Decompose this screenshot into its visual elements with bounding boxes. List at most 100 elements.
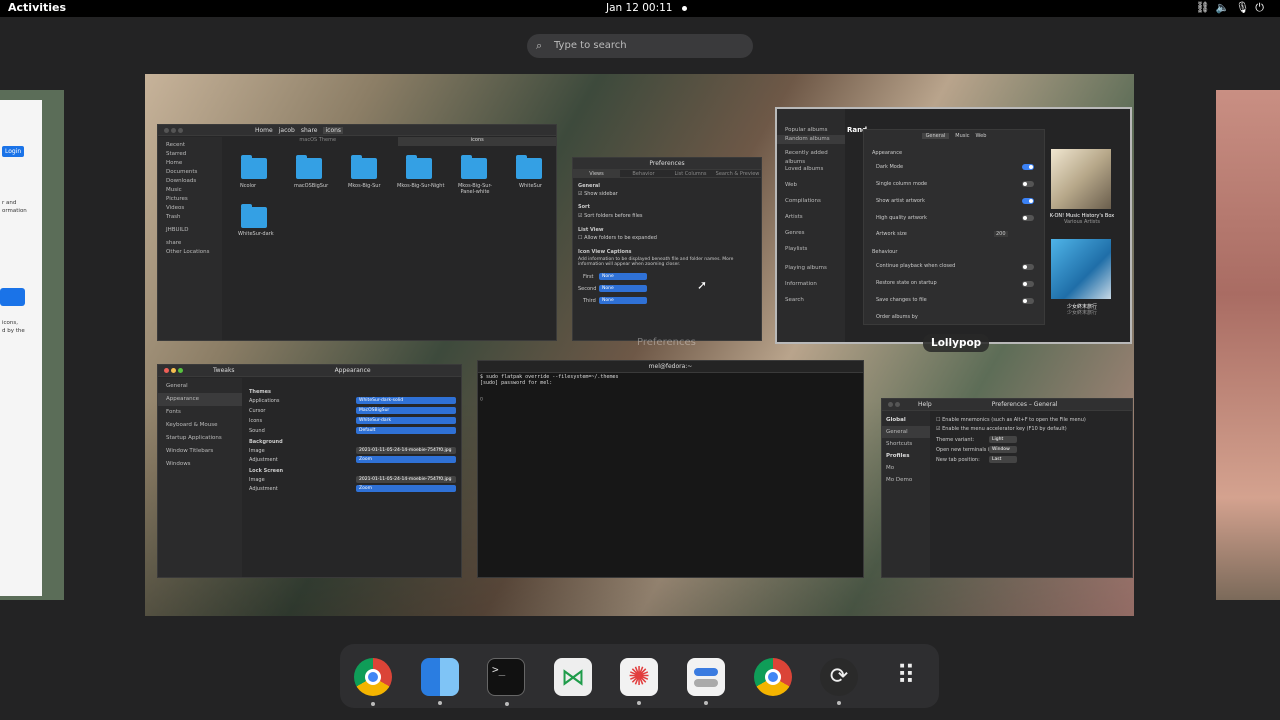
- lockscreen-adjust-select[interactable]: Zoom: [356, 485, 456, 492]
- activities-button[interactable]: Activities: [8, 1, 66, 14]
- terminal-preferences-window[interactable]: Help Preferences – General Global Genera…: [881, 398, 1133, 578]
- path-icons[interactable]: icons: [323, 126, 344, 134]
- terminal-icon[interactable]: >_: [487, 658, 525, 706]
- tab-icons[interactable]: icons: [397, 137, 556, 146]
- tweaks-window[interactable]: Tweaks Appearance General Appearance Fon…: [157, 364, 462, 578]
- files-window[interactable]: Home jacob share icons macOS Theme icons…: [157, 124, 557, 341]
- open-terminals-select[interactable]: Window: [989, 446, 1017, 453]
- restore-state-toggle[interactable]: [1022, 281, 1034, 287]
- sidebar-item-recent[interactable]: Recent: [158, 141, 222, 150]
- sidebar-item-playing[interactable]: Playing albums: [777, 264, 845, 273]
- sidebar-item-home[interactable]: Home: [158, 159, 222, 168]
- tweaks-icon[interactable]: [687, 658, 725, 705]
- tab-macos-theme[interactable]: macOS Theme: [238, 137, 398, 146]
- sidebar-item-fonts[interactable]: Fonts: [158, 406, 242, 419]
- vscode-icon[interactable]: ⋈: [554, 658, 592, 696]
- chrome-icon[interactable]: [354, 658, 392, 706]
- sidebar-item-general[interactable]: General: [158, 380, 242, 393]
- theme-variant-select[interactable]: Light: [989, 436, 1017, 443]
- path-home[interactable]: Home: [255, 127, 273, 134]
- tab-general[interactable]: General: [921, 133, 950, 139]
- sort-folders-checkbox[interactable]: ☑ Sort folders before files: [578, 213, 643, 219]
- sidebar-item-popular[interactable]: Popular albums: [777, 126, 845, 135]
- lollypop-settings-popover[interactable]: General Music Web Appearance Dark Mode S…: [863, 129, 1045, 325]
- lockscreen-image-button[interactable]: 2021-01-11-05-24-14-moebie-7547f0.jpg: [356, 476, 456, 483]
- tab-list-columns[interactable]: List Columns: [667, 170, 714, 177]
- sidebar-item-compilations[interactable]: Compilations: [777, 197, 845, 206]
- caption-second-select[interactable]: None: [599, 285, 647, 292]
- sidebar-item-appearance[interactable]: Appearance: [158, 393, 242, 406]
- folder-icon[interactable]: [351, 155, 377, 179]
- lollypop-icon[interactable]: ✺: [620, 658, 658, 705]
- artwork-size-spin[interactable]: 200: [994, 231, 1008, 237]
- sound-theme-select[interactable]: Default: [356, 427, 456, 434]
- app-grid-icon[interactable]: ⠿: [887, 658, 925, 696]
- sidebar-item-music[interactable]: Music: [158, 186, 222, 195]
- sidebar-item-artists[interactable]: Artists: [777, 213, 845, 222]
- preferences-window[interactable]: Preferences Views Behavior List Columns …: [572, 157, 762, 341]
- background-image-button[interactable]: 2021-01-11-05-24-14-moebie-7547f0.jpg: [356, 447, 456, 454]
- tab-position-select[interactable]: Last: [989, 456, 1017, 463]
- sidebar-item-playlists[interactable]: Playlists: [777, 245, 845, 254]
- sidebar-item-keyboard[interactable]: Keyboard & Mouse: [158, 419, 242, 432]
- sidebar-item-information[interactable]: Information: [777, 280, 845, 289]
- sidebar-item-shortcuts[interactable]: Shortcuts: [882, 438, 930, 450]
- hq-artwork-toggle[interactable]: [1022, 215, 1034, 221]
- folder-icon[interactable]: [461, 155, 487, 179]
- sidebar-item-titlebars[interactable]: Window Titlebars: [158, 445, 242, 458]
- sidebar-item-general[interactable]: General: [882, 426, 930, 438]
- sidebar-item-pictures[interactable]: Pictures: [158, 195, 222, 204]
- tab-behavior[interactable]: Behavior: [620, 170, 667, 177]
- profile-item[interactable]: Mo Demo: [882, 474, 930, 486]
- save-changes-toggle[interactable]: [1022, 298, 1034, 304]
- browser-window-partial[interactable]: Login r and ormation icons, d by the: [0, 100, 42, 596]
- icons-theme-select[interactable]: WhiteSur-dark: [356, 417, 456, 424]
- sidebar-item-jhbuild[interactable]: JHBUILD: [158, 226, 222, 235]
- partial-blue-button[interactable]: [0, 288, 25, 306]
- folder-icon[interactable]: [241, 204, 267, 228]
- workspace-current[interactable]: Home jacob share icons macOS Theme icons…: [145, 74, 1134, 616]
- sidebar-item-recent[interactable]: Recently added albums: [777, 149, 845, 165]
- dark-mode-toggle[interactable]: [1022, 164, 1034, 170]
- path-share[interactable]: share: [301, 127, 318, 134]
- single-column-toggle[interactable]: [1022, 181, 1034, 187]
- background-adjust-select[interactable]: Zoom: [356, 456, 456, 463]
- finder-icon[interactable]: [421, 658, 459, 705]
- folder-icon[interactable]: [516, 155, 542, 179]
- cursor-theme-select[interactable]: MacOSBigSur: [356, 407, 456, 414]
- expand-folders-checkbox[interactable]: ☐ Allow folders to be expanded: [578, 235, 657, 241]
- caption-third-select[interactable]: None: [599, 297, 647, 304]
- sidebar-item-loved[interactable]: Loved albums: [777, 165, 845, 174]
- sidebar-item-other-locations[interactable]: Other Locations: [158, 248, 222, 257]
- sidebar-item-trash[interactable]: Trash: [158, 213, 222, 222]
- sidebar-item-videos[interactable]: Videos: [158, 204, 222, 213]
- path-jacob[interactable]: jacob: [279, 127, 295, 134]
- terminal-window[interactable]: mel@fedora:~ $ sudo flatpak override --f…: [477, 360, 864, 578]
- sidebar-item-genres[interactable]: Genres: [777, 229, 845, 238]
- lollypop-window[interactable]: Popular albums Random albums Recently ad…: [775, 107, 1132, 344]
- folder-icon[interactable]: [296, 155, 322, 179]
- tab-views[interactable]: Views: [573, 170, 620, 177]
- chrome-alt-icon[interactable]: [754, 658, 792, 696]
- help-button[interactable]: Help: [918, 401, 932, 408]
- show-sidebar-checkbox[interactable]: ☑ Show sidebar: [578, 191, 618, 197]
- tab-search-preview[interactable]: Search & Preview: [714, 170, 761, 177]
- folder-icon[interactable]: [241, 155, 267, 179]
- sidebar-item-startup[interactable]: Startup Applications: [158, 432, 242, 445]
- tab-web[interactable]: Web: [976, 133, 987, 139]
- sidebar-item-share[interactable]: share: [158, 239, 222, 248]
- sidebar-item-windows[interactable]: Windows: [158, 458, 242, 471]
- continue-playback-toggle[interactable]: [1022, 264, 1034, 270]
- obs-icon[interactable]: ⟳: [820, 658, 858, 705]
- applications-theme-select[interactable]: WhiteSur-dark-solid: [356, 397, 456, 404]
- sidebar-item-starred[interactable]: Starred: [158, 150, 222, 159]
- clock[interactable]: Jan 12 00:11: [606, 2, 672, 14]
- sidebar-item-downloads[interactable]: Downloads: [158, 177, 222, 186]
- system-tray[interactable]: ⛓🔈🎙⏻: [1196, 1, 1270, 15]
- login-button[interactable]: Login: [2, 146, 24, 157]
- caption-first-select[interactable]: None: [599, 273, 647, 280]
- terminal-output[interactable]: $ sudo flatpak override --filesystem=~/.…: [480, 374, 618, 402]
- sidebar-item-web[interactable]: Web: [777, 181, 845, 190]
- folder-icon[interactable]: [406, 155, 432, 179]
- search-input[interactable]: ⌕ Type to search: [527, 34, 753, 58]
